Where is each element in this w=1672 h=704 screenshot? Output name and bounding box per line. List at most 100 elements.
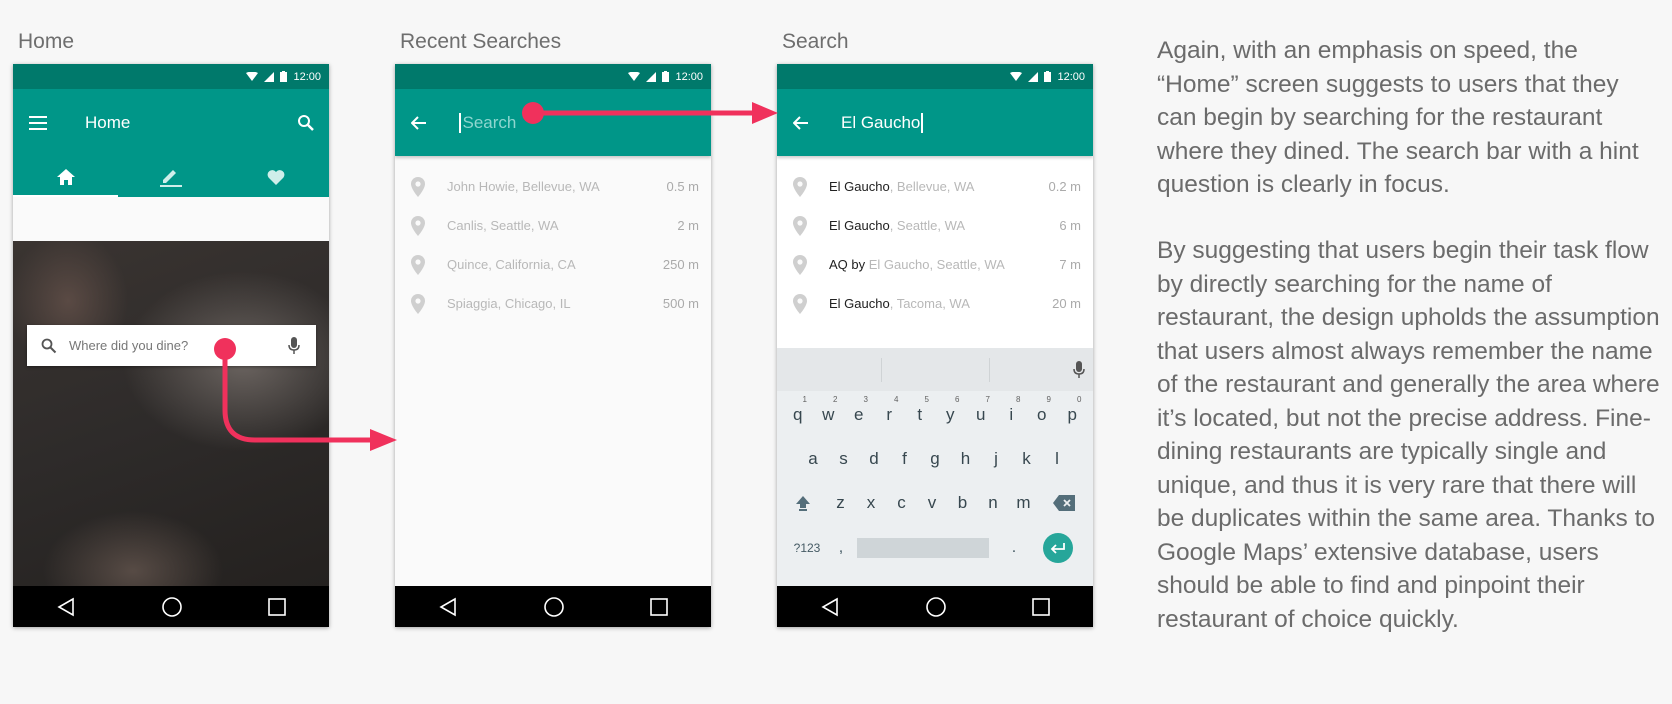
key-y[interactable]: y6	[935, 393, 966, 437]
recents-nav-icon[interactable]	[268, 597, 287, 616]
key-label: k	[1022, 449, 1031, 468]
search-input[interactable]: El Gaucho	[841, 112, 923, 133]
back-nav-icon[interactable]	[438, 597, 458, 617]
pin-slot	[411, 215, 447, 236]
space-bar[interactable]	[857, 538, 989, 558]
key-j[interactable]: j	[981, 437, 1012, 481]
list-item[interactable]: Quince, California, CA 250 m	[395, 245, 711, 284]
key-n[interactable]: n	[978, 481, 1009, 525]
key-r[interactable]: r4	[874, 393, 905, 437]
text-cursor	[921, 112, 923, 133]
list-item[interactable]: El Gaucho, Tacoma, WA 20 m	[777, 284, 1093, 323]
mic-icon[interactable]	[288, 336, 300, 355]
key-i[interactable]: i8	[996, 393, 1027, 437]
back-arrow-icon[interactable]	[793, 115, 809, 130]
back-nav-icon[interactable]	[820, 597, 840, 617]
matched-text: El Gaucho	[829, 179, 890, 194]
tab-home[interactable]	[13, 156, 119, 197]
place-distance: 20 m	[1052, 296, 1081, 311]
search-icon[interactable]	[297, 114, 315, 132]
recents-nav-icon[interactable]	[650, 597, 669, 616]
place-name: AQ by El Gaucho, Seattle, WA	[829, 257, 1059, 272]
list-item[interactable]: El Gaucho, Bellevue, WA 0.2 m	[777, 167, 1093, 206]
app-title: Home	[85, 112, 131, 132]
key-w[interactable]: w2	[813, 393, 844, 437]
key-label: j	[994, 449, 998, 468]
place-distance: 0.2 m	[1048, 179, 1081, 194]
home-nav-icon[interactable]	[925, 596, 947, 618]
back-nav-icon[interactable]	[56, 597, 76, 617]
place-distance: 2 m	[677, 218, 699, 233]
tab-bar	[13, 156, 329, 197]
key-label: i	[1009, 405, 1014, 424]
key-h[interactable]: h	[950, 437, 981, 481]
place-name: Canlis, Seattle, WA	[447, 218, 559, 233]
key-o[interactable]: o9	[1027, 393, 1058, 437]
home-search-bar[interactable]: Where did you dine?	[27, 325, 316, 366]
recent-searches-screen: 12:00 Search John Howie, Bellevue, WA 0.5…	[395, 64, 711, 627]
mic-icon[interactable]	[1073, 360, 1085, 379]
keyboard: q1w2e3r4t5y6u7i8o9p0 asd fghj kl zxcvbnm ?…	[777, 348, 1093, 586]
tab-review[interactable]	[118, 156, 223, 197]
key-z[interactable]: z	[825, 481, 856, 525]
suggestion-divider	[881, 358, 882, 382]
key-label: n	[988, 493, 998, 512]
recents-nav-icon[interactable]	[1032, 597, 1051, 616]
key-label: r	[886, 405, 893, 424]
key-p[interactable]: p0	[1057, 393, 1088, 437]
key-label: v	[927, 493, 937, 512]
list-item[interactable]: El Gaucho, Seattle, WA 6 m	[777, 206, 1093, 245]
search-input[interactable]: Search	[459, 112, 516, 133]
key-c[interactable]: c	[886, 481, 917, 525]
matched-text: El Gaucho	[829, 296, 890, 311]
list-item[interactable]: AQ by El Gaucho, Seattle, WA 7 m	[777, 245, 1093, 284]
key-b[interactable]: b	[947, 481, 978, 525]
key-label: d	[869, 449, 879, 468]
list-item[interactable]: Canlis, Seattle, WA 2 m	[395, 206, 711, 245]
search-query: El Gaucho	[841, 112, 921, 132]
key-s[interactable]: s	[828, 437, 859, 481]
list-item[interactable]: Spiaggia, Chicago, IL 500 m	[395, 284, 711, 323]
home-search-placeholder: Where did you dine?	[69, 338, 189, 353]
enter-key[interactable]	[1043, 533, 1073, 563]
key-k[interactable]: k	[1011, 437, 1042, 481]
symbols-key[interactable]: ?123	[785, 541, 829, 555]
key-l[interactable]: l	[1042, 437, 1073, 481]
key-v[interactable]: v	[917, 481, 948, 525]
home-nav-icon[interactable]	[543, 596, 565, 618]
back-arrow-icon[interactable]	[411, 115, 427, 130]
background-photo	[13, 241, 329, 586]
backspace-key[interactable]	[1039, 481, 1089, 525]
comma-key[interactable]: ,	[829, 539, 853, 557]
period-key[interactable]: .	[989, 539, 1039, 557]
place-distance: 7 m	[1059, 257, 1081, 272]
key-a[interactable]: a	[798, 437, 829, 481]
location-pin-icon	[411, 254, 425, 275]
pin-slot	[793, 176, 829, 197]
place-distance: 6 m	[1059, 218, 1081, 233]
key-u[interactable]: u7	[966, 393, 997, 437]
key-t[interactable]: t5	[905, 393, 936, 437]
shift-key[interactable]	[781, 481, 825, 525]
home-screen: 12:00 Home Where did you dine?	[13, 64, 329, 627]
home-nav-icon[interactable]	[161, 596, 183, 618]
key-q[interactable]: q1	[783, 393, 814, 437]
tab-favorites[interactable]	[224, 156, 329, 197]
backspace-icon	[1052, 495, 1075, 511]
list-item[interactable]: John Howie, Bellevue, WA 0.5 m	[395, 167, 711, 206]
key-label: f	[902, 449, 907, 468]
remaining-text: El Gaucho, Seattle, WA	[868, 257, 1005, 272]
key-x[interactable]: x	[856, 481, 887, 525]
key-label: a	[808, 449, 818, 468]
key-e[interactable]: e3	[844, 393, 875, 437]
place-distance: 0.5 m	[666, 179, 699, 194]
key-f[interactable]: f	[889, 437, 920, 481]
key-g[interactable]: g	[920, 437, 951, 481]
key-label: o	[1037, 405, 1047, 424]
text-cursor	[459, 112, 461, 133]
key-m[interactable]: m	[1008, 481, 1039, 525]
shift-icon	[796, 496, 811, 511]
key-d[interactable]: d	[859, 437, 890, 481]
battery-icon	[1044, 71, 1052, 82]
menu-icon[interactable]	[29, 115, 47, 130]
